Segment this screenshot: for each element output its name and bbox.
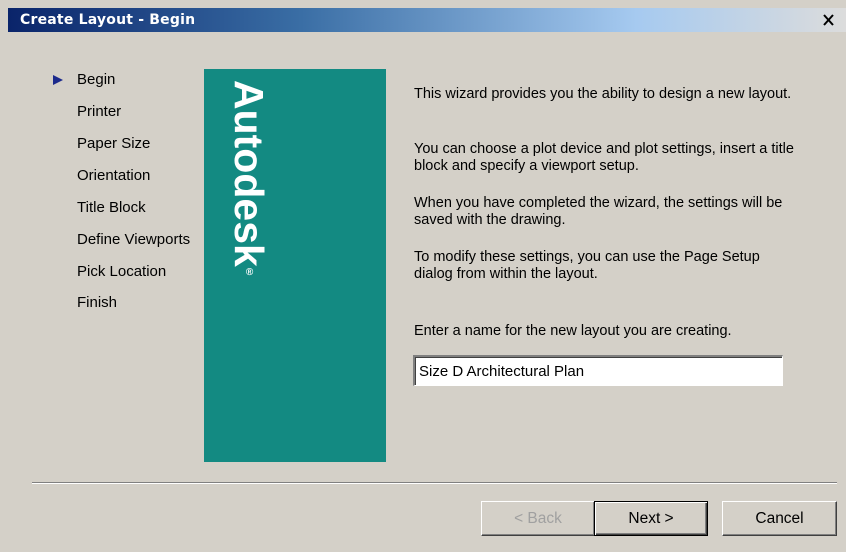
layout-name-prompt: Enter a name for the new layout you are … xyxy=(414,323,732,339)
step-paper-size: Paper Size xyxy=(0,132,200,156)
description-paragraph-3: When you have completed the wizard, the … xyxy=(414,195,783,228)
divider xyxy=(32,482,837,484)
close-button[interactable] xyxy=(820,12,838,28)
next-button[interactable]: Next > xyxy=(594,501,708,536)
step-label: Orientation xyxy=(77,167,151,184)
step-label: Printer xyxy=(77,103,122,120)
create-layout-dialog: Create Layout - Begin Begin Printer Pape… xyxy=(0,0,846,552)
autodesk-logo: Autodesk® xyxy=(224,80,274,330)
close-icon xyxy=(823,14,834,26)
brand-word: Autodesk xyxy=(226,80,272,267)
step-printer: Printer xyxy=(0,100,200,124)
description-paragraph-4: To modify these settings, you can use th… xyxy=(414,249,760,282)
description-paragraph-2: You can choose a plot device and plot se… xyxy=(414,141,794,174)
step-label: Finish xyxy=(77,294,118,311)
step-label: Begin xyxy=(77,71,116,88)
step-pick-location: Pick Location xyxy=(0,260,200,284)
step-title-block: Title Block xyxy=(0,196,200,220)
back-button[interactable]: < Back xyxy=(481,501,595,536)
arrow-right-icon xyxy=(53,75,63,85)
step-label: Define Viewports xyxy=(77,231,191,248)
step-label: Paper Size xyxy=(77,135,151,152)
step-finish: Finish xyxy=(0,291,200,315)
step-orientation: Orientation xyxy=(0,164,200,188)
registered-mark: ® xyxy=(244,266,255,278)
cancel-button[interactable]: Cancel xyxy=(722,501,837,536)
autodesk-brand-panel: Autodesk® xyxy=(204,69,386,462)
title-bar[interactable]: Create Layout - Begin xyxy=(8,8,846,32)
description-paragraph-1: This wizard provides you the ability to … xyxy=(414,86,792,102)
step-define-viewports: Define Viewports xyxy=(0,228,200,252)
window-title: Create Layout - Begin xyxy=(20,12,196,28)
step-label: Pick Location xyxy=(77,263,167,280)
layout-name-input[interactable] xyxy=(413,355,783,386)
step-begin: Begin xyxy=(0,68,200,92)
step-label: Title Block xyxy=(77,199,146,216)
